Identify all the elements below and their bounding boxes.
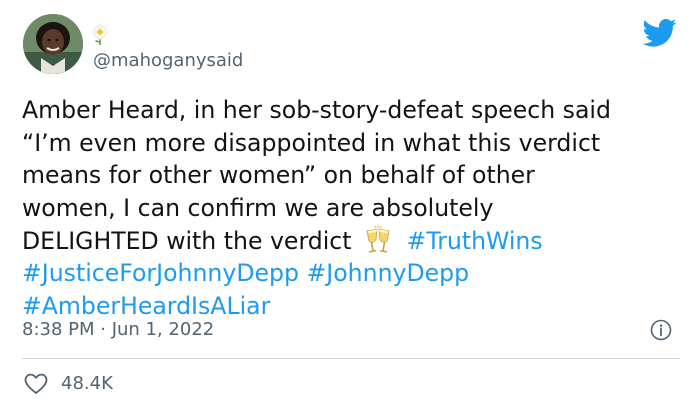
heart-outline-icon[interactable] bbox=[24, 373, 48, 395]
tweet-text-line: means for other women” on behalf of othe… bbox=[22, 161, 535, 190]
clinking-glasses-icon bbox=[366, 224, 390, 253]
user-handle[interactable]: @mahoganysaid bbox=[93, 50, 243, 72]
hashtag-link[interactable]: #JusticeForJohnnyDepp bbox=[22, 259, 299, 287]
hashtag-link[interactable]: #JohnnyDepp bbox=[307, 259, 470, 287]
like-count: 48.4K bbox=[61, 373, 113, 394]
like-action[interactable]: 48.4K bbox=[24, 370, 113, 398]
avatar[interactable] bbox=[23, 14, 83, 74]
tweet-text-line: Amber Heard, in her sob-story-defeat spe… bbox=[22, 96, 611, 124]
tweet-text-line: “I’m even more disappointed in what this… bbox=[22, 128, 601, 157]
divider bbox=[22, 358, 680, 359]
twitter-bird-icon[interactable] bbox=[643, 18, 677, 48]
hashtag-link[interactable]: #AmberHeardIsALiar bbox=[22, 292, 270, 320]
info-circle-icon[interactable] bbox=[650, 319, 672, 341]
hashtag-link[interactable]: #TruthWins bbox=[406, 227, 542, 255]
tweet-text-line: women, I can confirm we are absolutely bbox=[22, 194, 494, 223]
tweet-body: Amber Heard, in her sob-story-defeat spe… bbox=[22, 94, 682, 323]
tweet-text-line: DELIGHTED with the verdict #TruthWins bbox=[22, 224, 682, 258]
tweet-text-line: #JusticeForJohnnyDepp #JohnnyDepp bbox=[22, 257, 682, 290]
tweet-text-fragment: DELIGHTED with the verdict bbox=[22, 226, 352, 255]
avatar-image bbox=[23, 14, 83, 74]
tweet-timestamp[interactable]: 8:38 PM · Jun 1, 2022 bbox=[22, 318, 214, 342]
daisy-flower-icon bbox=[92, 24, 108, 45]
